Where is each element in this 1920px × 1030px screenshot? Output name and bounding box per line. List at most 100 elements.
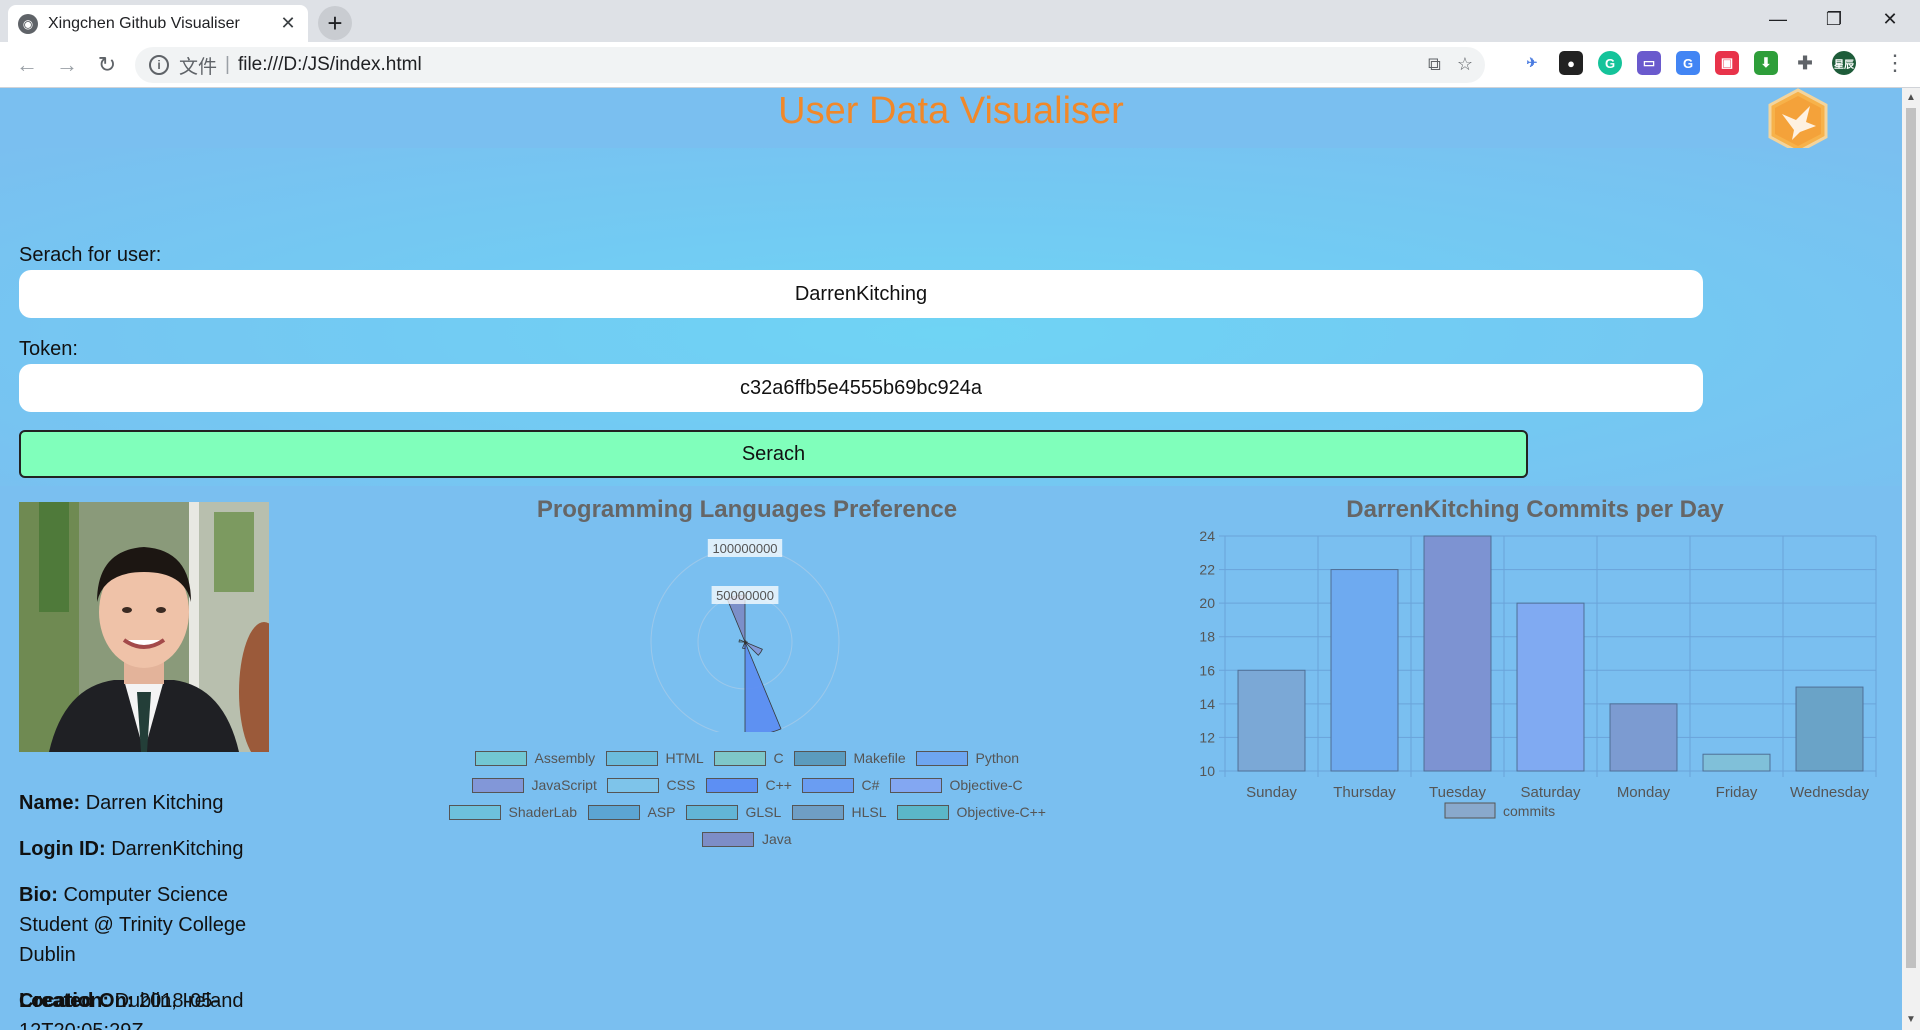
browser-tab[interactable]: ◉ Xingchen Github Visualiser ✕	[8, 5, 308, 42]
bar-monday[interactable]	[1609, 703, 1678, 772]
x-tick-label: Thursday	[1333, 784, 1396, 801]
url-text[interactable]: file:///D:/JS/index.html	[238, 54, 422, 76]
new-tab-button[interactable]: +	[318, 6, 352, 40]
scroll-down-icon[interactable]: ▼	[1906, 1014, 1916, 1025]
bird-logo-icon	[1768, 88, 1828, 154]
legend-item-c[interactable]: C	[713, 750, 784, 766]
legend-item-python[interactable]: Python	[915, 750, 1019, 766]
legend-label: HTML	[665, 750, 704, 766]
profile-avatar[interactable]: 星辰	[1832, 51, 1856, 75]
legend-item-objective-c-[interactable]: Objective-C++	[896, 804, 1046, 820]
legend-item-c-[interactable]: C#	[801, 777, 879, 793]
bar-tuesday[interactable]	[1423, 535, 1492, 772]
url-scheme: 文件	[179, 56, 218, 78]
y-tick-label: 24	[1199, 528, 1215, 544]
legend-label: ASP	[647, 804, 676, 820]
grammarly-icon[interactable]: G	[1598, 51, 1622, 75]
address-bar[interactable]: i 文件 | file:///D:/JS/index.html ⧉ ☆	[135, 47, 1485, 83]
legend-item-c-[interactable]: C++	[705, 777, 792, 793]
profile-location: Location: Dublin, Ireland	[19, 990, 244, 1012]
legend-label: HLSL	[851, 804, 887, 820]
legend-swatch	[474, 750, 527, 766]
commits-chart-title: DarrenKitching Commits per Day	[1346, 496, 1724, 523]
download-extension-icon[interactable]: ⬇	[1754, 51, 1778, 75]
search-button[interactable]: Serach	[19, 430, 1528, 478]
search-form: Serach for user: DarrenKitching Token: c…	[0, 148, 1902, 486]
profile-name: Name: Darren Kitching	[19, 792, 224, 814]
scroll-up-icon[interactable]: ▲	[1906, 92, 1916, 103]
back-icon[interactable]: ←	[12, 50, 42, 80]
legend-swatch	[801, 777, 854, 793]
y-tick-label: 12	[1199, 729, 1215, 745]
legend-label: CSS	[666, 777, 696, 793]
y-tick-label: 18	[1199, 629, 1215, 645]
polar-tick-label: 50000000	[716, 588, 774, 603]
restore-icon[interactable]: ❐	[1806, 0, 1862, 38]
legend-label: JavaScript	[531, 777, 597, 793]
y-tick-label: 14	[1199, 696, 1215, 712]
legend-item-assembly[interactable]: Assembly	[474, 750, 596, 766]
legend-item-css[interactable]: CSS	[606, 777, 696, 793]
legend-item-asp[interactable]: ASP	[587, 804, 676, 820]
legend-swatch	[606, 777, 659, 793]
legend-item-shaderlab[interactable]: ShaderLab	[448, 804, 578, 820]
close-tab-icon[interactable]: ✕	[278, 13, 298, 34]
search-input[interactable]: DarrenKitching	[19, 270, 1703, 318]
profile-login: Login ID: DarrenKitching	[19, 838, 244, 860]
legend-label: C++	[765, 777, 792, 793]
reload-icon[interactable]: ↻	[92, 50, 122, 80]
red-extension-icon[interactable]: ▣	[1715, 51, 1739, 75]
legend-swatch	[685, 804, 738, 820]
token-label: Token:	[19, 338, 78, 360]
x-tick-label: Friday	[1716, 784, 1758, 801]
minimize-icon[interactable]: —	[1750, 0, 1806, 38]
page-scrollbar[interactable]: ▲ ▼	[1902, 88, 1920, 1030]
bar-friday[interactable]	[1702, 753, 1771, 772]
media-extension-icon[interactable]: ●	[1559, 51, 1583, 75]
profile-bio: Bio: Computer Science Student @ Trinity …	[19, 884, 247, 966]
legend-swatch	[448, 804, 501, 820]
search-label: Serach for user:	[19, 244, 162, 266]
polar-slice-c-[interactable]	[744, 641, 782, 732]
menu-icon[interactable]: ⋮	[1884, 50, 1906, 76]
legend-swatch	[587, 804, 640, 820]
legend-item-objective-c[interactable]: Objective-C	[889, 777, 1023, 793]
bar-wednesday[interactable]	[1795, 686, 1864, 772]
commits-bar-chart: 10 12 14 16 18 20 22 24 Sunday Thursday Tuesday Sat…	[1199, 528, 1877, 819]
google-translate-icon[interactable]: G	[1676, 51, 1700, 75]
user-avatar	[19, 502, 269, 752]
cloud-extension-icon[interactable]: ▭	[1637, 51, 1661, 75]
info-icon[interactable]: i	[149, 55, 169, 75]
legend-swatch-commits[interactable]	[1444, 802, 1496, 819]
bar-saturday[interactable]	[1516, 602, 1585, 772]
legend-item-html[interactable]: HTML	[605, 750, 704, 766]
close-window-icon[interactable]: ✕	[1862, 0, 1918, 38]
browser-toolbar: ← → ↻ i 文件 | file:///D:/JS/index.html ⧉ …	[0, 42, 1920, 88]
bar-thursday[interactable]	[1330, 569, 1399, 772]
bar-sunday[interactable]	[1237, 669, 1306, 772]
legend-item-javascript[interactable]: JavaScript	[471, 777, 597, 793]
legend-label: Assembly	[534, 750, 596, 766]
legend-item-hlsl[interactable]: HLSL	[791, 804, 887, 820]
y-tick-label: 10	[1199, 763, 1215, 779]
translate-icon[interactable]: ⧉	[1428, 54, 1441, 75]
browser-tab-bar: ◉ Xingchen Github Visualiser ✕ + — ❐ ✕	[0, 0, 1920, 42]
extensions-puzzle-icon[interactable]: ✚	[1793, 51, 1817, 75]
page-viewport: User Data Visualiser Serach for user: Da…	[0, 88, 1902, 1030]
x-tick-label: Monday	[1617, 784, 1671, 801]
x-tick-label: Saturday	[1520, 784, 1581, 801]
bird-extension-icon[interactable]: ✈	[1520, 51, 1544, 75]
forward-icon[interactable]: →	[52, 50, 82, 80]
legend-label: ShaderLab	[508, 804, 578, 820]
legend-label-commits[interactable]: commits	[1503, 803, 1555, 819]
legend-swatch	[713, 750, 766, 766]
legend-swatch	[705, 777, 758, 793]
bookmark-star-icon[interactable]: ☆	[1457, 54, 1473, 75]
x-tick-label: Tuesday	[1429, 784, 1486, 801]
legend-label: Java	[762, 831, 792, 847]
legend-item-java[interactable]: Java	[702, 831, 792, 847]
scroll-thumb[interactable]	[1906, 108, 1916, 968]
legend-item-makefile[interactable]: Makefile	[793, 750, 906, 766]
legend-item-glsl[interactable]: GLSL	[685, 804, 781, 820]
token-input[interactable]: c32a6ffb5e4555b69bc924a	[19, 364, 1703, 412]
